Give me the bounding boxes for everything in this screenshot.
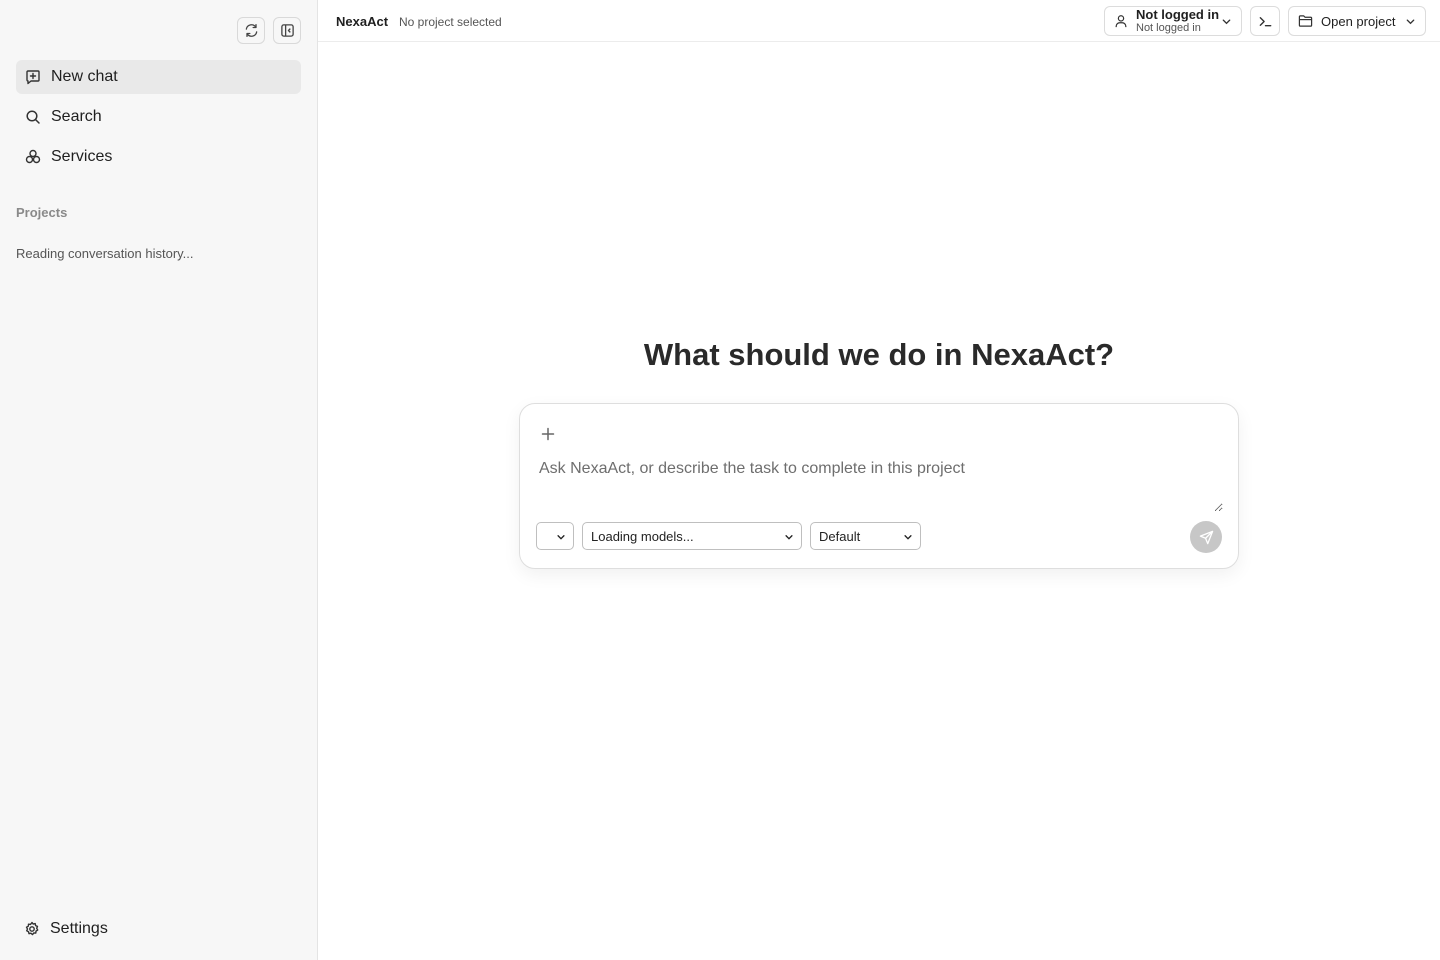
folder-icon [1298,15,1313,27]
model-select-value: Loading models... [591,528,694,544]
settings-button[interactable]: Settings [16,912,108,946]
open-project-button[interactable]: Open project [1288,6,1426,36]
chevron-down-icon [1406,19,1415,25]
sidebar-item-search[interactable]: Search [16,100,301,134]
app-name: NexaAct [336,14,389,29]
collapse-sidebar-button[interactable] [273,17,301,44]
new-chat-icon [24,69,41,86]
terminal-icon [1259,16,1271,26]
chevron-down-icon [1222,19,1231,25]
services-icon [24,149,41,166]
agent-select[interactable] [536,522,574,550]
login-substatus: Not logged in [1136,22,1201,34]
sidebar-item-new-chat[interactable]: New chat [16,60,301,94]
terminal-button[interactable] [1250,6,1280,36]
project-status: No project selected [399,15,502,29]
prompt-input[interactable] [537,456,1223,512]
model-select[interactable]: Loading models... [582,522,802,550]
sidebar: New chat Search Services Projects Readin… [0,0,318,960]
settings-label: Settings [50,920,108,937]
send-button[interactable] [1190,521,1222,553]
login-status: Not logged in [1136,7,1220,22]
chevron-down-icon [904,535,912,540]
user-icon [1115,15,1127,28]
sidebar-item-label: Search [51,108,102,125]
conversation-loading-text: Reading conversation history... [16,246,194,261]
mode-select[interactable]: Default [810,522,921,550]
top-bar: NexaAct No project selected Not logged i… [318,0,1440,42]
mode-select-value: Default [819,528,861,544]
add-attachment-icon[interactable] [540,426,556,442]
account-button[interactable]: Not logged in Not logged in [1104,6,1242,36]
open-project-label: Open project [1321,13,1396,29]
send-icon [1199,530,1213,544]
sidebar-item-label: Services [51,148,113,165]
sidebar-toggle-icon [280,24,294,37]
chevron-down-icon [557,535,565,540]
composer: Loading models... Default [519,403,1239,569]
gear-icon [25,921,39,936]
page-title: What should we do in NexaAct? [643,337,1115,372]
chevron-down-icon [785,535,793,540]
refresh-icon [245,24,257,37]
projects-section-label: Projects [16,205,68,220]
sidebar-item-services[interactable]: Services [16,140,301,174]
search-icon [24,109,41,126]
sidebar-item-label: New chat [51,68,118,85]
refresh-button[interactable] [237,17,265,44]
